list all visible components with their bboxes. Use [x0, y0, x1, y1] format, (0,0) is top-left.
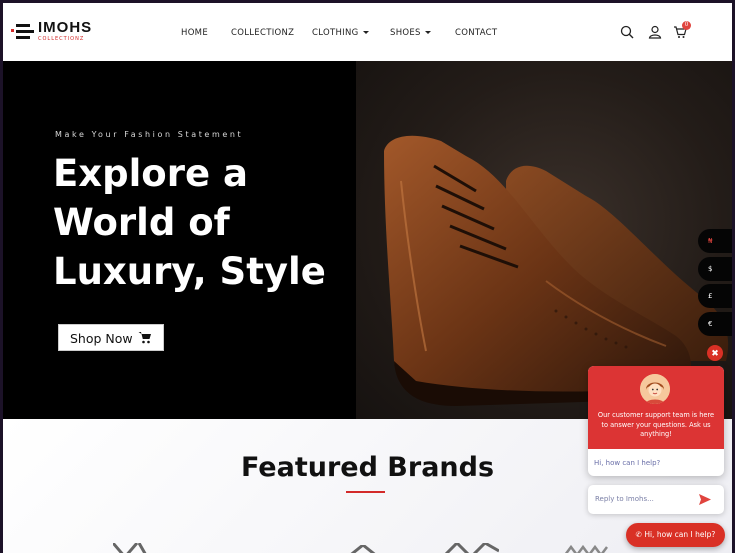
chat-quick-reply[interactable]: Hi, how can I help? — [594, 459, 660, 467]
hero-title: Explore a World of Luxury, Style — [53, 149, 326, 296]
chat-reply-placeholder: Reply to Imohs... — [595, 495, 654, 503]
user-icon[interactable] — [648, 25, 664, 41]
send-icon[interactable] — [699, 494, 711, 505]
chat-launcher-label: Hi, how can I help? — [644, 530, 716, 539]
hero-title-line-3: Luxury, Style — [53, 250, 326, 293]
chat-welcome-message: Our customer support team is here to ans… — [597, 411, 715, 438]
support-agent-avatar — [640, 374, 670, 404]
nav-clothing-label: CLOTHING — [312, 28, 359, 38]
cart-count-badge: 0 — [682, 21, 691, 30]
logo-subtitle: COLLECTIONZ — [38, 36, 85, 42]
brand-logo-icon — [564, 544, 608, 553]
title-underline — [346, 491, 385, 493]
hero-title-line-1: Explore a — [53, 152, 248, 195]
hero-tagline: Make Your Fashion Statement — [55, 130, 244, 139]
hero-title-line-2: World of — [53, 201, 230, 244]
chat-launcher-button[interactable]: ✆ Hi, how can I help? — [626, 523, 725, 547]
chat-close-button[interactable]: ✖ — [707, 345, 723, 361]
brand-logos-strip — [3, 543, 732, 553]
chevron-down-icon — [362, 31, 369, 34]
site-header: IMOHS COLLECTIONZ HOME COLLECTIONZ CLOTH… — [3, 3, 732, 62]
currency-naira[interactable]: ₦ — [698, 229, 732, 253]
nav-home[interactable]: HOME — [181, 28, 208, 38]
shop-now-label: Shop Now — [70, 331, 133, 346]
currency-dollar[interactable]: $ — [698, 257, 732, 281]
logo[interactable]: IMOHS COLLECTIONZ — [11, 19, 106, 46]
cart-icon[interactable]: 0 — [673, 21, 691, 41]
chat-popup: Our customer support team is here to ans… — [588, 366, 724, 476]
nav-collectionz[interactable]: COLLECTIONZ — [231, 28, 294, 38]
nav-shoes[interactable]: SHOES — [390, 28, 431, 38]
brand-logo-icon — [350, 545, 376, 553]
nav-shoes-label: SHOES — [390, 28, 421, 38]
search-icon[interactable] — [620, 25, 636, 41]
logo-name: IMOHS — [38, 19, 93, 36]
brand-logo-icon — [444, 543, 499, 553]
currency-euro[interactable]: € — [698, 312, 732, 336]
page: IMOHS COLLECTIONZ HOME COLLECTIONZ CLOTH… — [3, 3, 732, 553]
chevron-down-icon — [424, 31, 431, 34]
logo-mark-icon — [11, 22, 36, 42]
chat-header: Our customer support team is here to ans… — [588, 366, 724, 449]
shop-now-button[interactable]: Shop Now — [58, 324, 164, 351]
nav-contact[interactable]: CONTACT — [455, 28, 497, 38]
chat-reply-field[interactable]: Reply to Imohs... — [588, 485, 724, 514]
brand-logo-icon — [113, 543, 147, 553]
nav-clothing[interactable]: CLOTHING — [312, 28, 369, 38]
cart-icon — [138, 332, 151, 344]
currency-pound[interactable]: £ — [698, 284, 732, 308]
